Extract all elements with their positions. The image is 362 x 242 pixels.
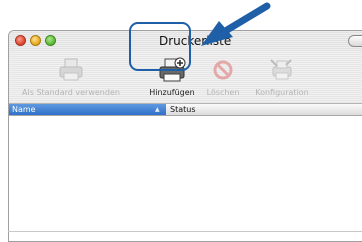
zoom-window-button[interactable] bbox=[45, 35, 56, 46]
window-bottom-edge bbox=[8, 231, 362, 232]
list-header: Name ▲ Status bbox=[9, 104, 362, 116]
close-window-button[interactable] bbox=[15, 35, 26, 46]
printer-default-icon bbox=[59, 58, 83, 81]
minimize-window-button[interactable] bbox=[30, 35, 41, 46]
toolbar-toggle-button[interactable] bbox=[348, 35, 362, 47]
configure-printer-label: Konfiguration bbox=[255, 88, 309, 97]
configure-icon bbox=[270, 59, 292, 80]
callout-arrow-icon bbox=[201, 2, 271, 46]
name-column-label: Name bbox=[12, 105, 36, 114]
set-default-label: Als Standard verwenden bbox=[22, 88, 120, 97]
add-printer-icon bbox=[159, 57, 186, 82]
status-column-header[interactable]: Status bbox=[167, 104, 196, 115]
printer-list[interactable] bbox=[9, 116, 362, 241]
name-column-header[interactable]: Name ▲ bbox=[9, 104, 166, 115]
sort-ascending-icon: ▲ bbox=[155, 106, 160, 113]
delete-icon bbox=[213, 60, 233, 80]
printer-list-window: Druckerliste Als Standard verwenden Hinz… bbox=[8, 30, 362, 242]
set-default-button[interactable]: Als Standard verwenden bbox=[9, 51, 133, 103]
add-printer-label: Hinzufügen bbox=[149, 88, 195, 97]
delete-printer-label: Löschen bbox=[206, 88, 240, 97]
